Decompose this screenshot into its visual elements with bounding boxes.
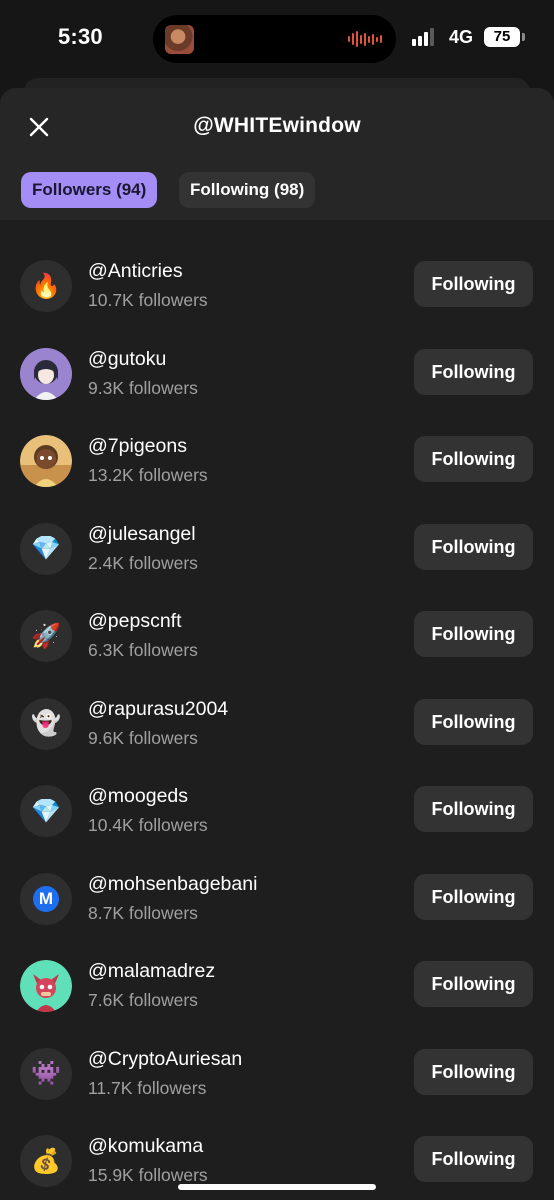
- followers-sheet: @WHITEwindow Followers (94) Following (9…: [0, 88, 554, 1200]
- user-handle[interactable]: @rapurasu2004: [88, 698, 228, 721]
- following-button[interactable]: Following: [414, 1048, 533, 1095]
- list-item[interactable]: 👻 @rapurasu2004 9.6K followers Following: [0, 658, 554, 750]
- screen: 5:30 4G 75 @WHITEwindow Followers (94) F: [0, 0, 554, 1200]
- following-button[interactable]: Following: [414, 611, 533, 657]
- gem-icon: 💎: [20, 522, 72, 575]
- following-button[interactable]: Following: [414, 786, 533, 832]
- cellular-signal-icon: [412, 28, 434, 46]
- list-item[interactable]: 🔥 @Anticries 10.7K followers Following: [0, 220, 554, 312]
- user-handle[interactable]: @gutoku: [88, 348, 166, 371]
- list-item[interactable]: 💎 @julesangel 2.4K followers Following: [0, 483, 554, 575]
- user-handle[interactable]: @julesangel: [88, 523, 196, 546]
- cartoon-boy-avatar-icon: [20, 435, 72, 487]
- following-button[interactable]: Following: [414, 961, 533, 1007]
- user-handle[interactable]: @malamadrez: [88, 960, 215, 983]
- space-invader-icon: 👾: [20, 1047, 72, 1100]
- user-handle[interactable]: @Anticries: [88, 260, 183, 283]
- following-button[interactable]: Following: [414, 348, 533, 395]
- user-handle[interactable]: @moogeds: [88, 785, 188, 808]
- rocket-icon: 🚀: [20, 610, 72, 662]
- list-item[interactable]: @gutoku 9.3K followers Following: [0, 308, 554, 400]
- page-title: @WHITEwindow: [193, 114, 361, 137]
- user-handle[interactable]: @mohsenbagebani: [88, 873, 257, 896]
- user-handle[interactable]: @pepscnft: [88, 610, 182, 633]
- now-playing-avatar-icon: [165, 25, 194, 54]
- list-item[interactable]: 👾 @CryptoAuriesan 11.7K followers Follow…: [0, 1008, 554, 1100]
- following-button[interactable]: Following: [414, 261, 533, 307]
- network-type: 4G: [449, 27, 474, 47]
- list-item[interactable]: @7pigeons 13.2K followers Following: [0, 395, 554, 487]
- following-button[interactable]: Following: [414, 1136, 533, 1182]
- money-bag-icon: 💰: [20, 1135, 72, 1187]
- anime-girl-avatar-icon: [20, 347, 72, 400]
- status-time: 5:30: [58, 24, 103, 49]
- list-item[interactable]: 🚀 @pepscnft 6.3K followers Following: [0, 570, 554, 662]
- m-logo-icon: M: [33, 885, 59, 912]
- pink-cat-avatar-icon: [20, 960, 72, 1012]
- m-logo-avatar: M: [20, 872, 72, 925]
- user-handle[interactable]: @7pigeons: [88, 435, 187, 458]
- home-indicator[interactable]: [178, 1184, 376, 1190]
- following-button[interactable]: Following: [414, 436, 533, 482]
- fire-icon: 🔥: [20, 260, 72, 312]
- audio-waveform-icon: [348, 31, 382, 47]
- following-button[interactable]: Following: [414, 698, 533, 745]
- user-handle[interactable]: @CryptoAuriesan: [88, 1048, 242, 1071]
- ghost-icon: 👻: [20, 697, 72, 750]
- sheet-header: @WHITEwindow Followers (94) Following (9…: [0, 88, 554, 220]
- follower-count: 15.9K followers: [88, 1165, 208, 1185]
- gem-icon: 💎: [20, 785, 72, 837]
- status-bar: 5:30 4G 75: [0, 0, 554, 78]
- user-handle[interactable]: @komukama: [88, 1135, 203, 1158]
- following-button[interactable]: Following: [414, 873, 533, 920]
- dynamic-island[interactable]: [153, 15, 396, 63]
- list-item[interactable]: 💎 @moogeds 10.4K followers Following: [0, 745, 554, 837]
- battery-icon: 75: [484, 27, 525, 47]
- tab-following[interactable]: Following (98): [179, 172, 316, 208]
- list-item[interactable]: M @mohsenbagebani 8.7K followers Followi…: [0, 833, 554, 925]
- tab-followers[interactable]: Followers (94): [21, 172, 158, 208]
- following-button[interactable]: Following: [414, 523, 533, 570]
- list-item[interactable]: 💰 @komukama 15.9K followers Following: [0, 1095, 554, 1187]
- list-item[interactable]: @malamadrez 7.6K followers Following: [0, 920, 554, 1012]
